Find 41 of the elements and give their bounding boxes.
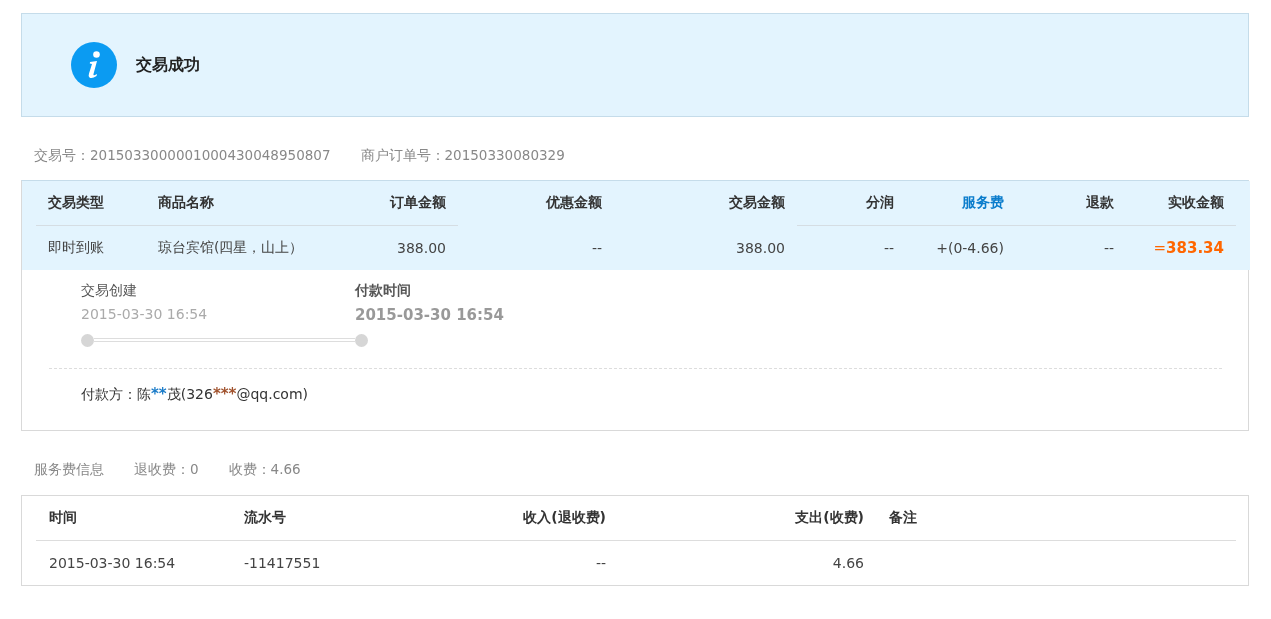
column-header: 退款 <box>1086 194 1114 210</box>
column-header: 时间 <box>49 509 77 525</box>
info-icon <box>71 42 117 88</box>
info-text: 收费：4.66 <box>228 460 301 478</box>
column-header: 交易类型 <box>48 194 104 210</box>
step-dot <box>81 333 94 347</box>
column-header: 商品名称 <box>158 194 214 210</box>
column-header: 流水号 <box>244 509 286 525</box>
column-header-link[interactable]: 服务费 <box>962 194 1004 210</box>
column-header: 分润 <box>866 194 894 210</box>
step-time: 2015-03-30 16:54 <box>81 306 209 324</box>
info-text: 退收费：0 <box>134 460 199 478</box>
info-text: 商户订单号：20150330080329 <box>360 146 565 164</box>
step-dot <box>355 333 368 347</box>
payer-text: 付款方：陈**茂(326***@qq.com) <box>80 384 310 404</box>
column-header: 订单金额 <box>390 194 446 210</box>
column-header: 交易金额 <box>729 194 785 210</box>
table-cell: 388.00 <box>397 240 446 256</box>
step-label: 交易创建 <box>81 282 138 300</box>
table-cell: -- <box>883 240 894 256</box>
table-cell: +(0-4.66) <box>936 240 1004 256</box>
step-time: 2015-03-30 16:54 <box>355 306 505 326</box>
status-title: 交易成功 <box>136 54 200 76</box>
table-cell: 388.00 <box>736 240 785 256</box>
step-label: 付款时间 <box>355 282 412 300</box>
info-text: 服务费信息 <box>34 460 104 478</box>
column-header: 备注 <box>889 509 917 525</box>
table-cell: 2015-03-30 16:54 <box>49 555 176 571</box>
table-cell: 即时到账 <box>48 239 104 255</box>
info-text: 交易号：2015033000001000430048950807 <box>34 146 331 164</box>
table-cell: -11417551 <box>244 555 321 571</box>
table-cell: -- <box>595 555 606 571</box>
column-header: 支出(收费) <box>795 509 864 525</box>
table-cell: -- <box>591 240 602 256</box>
table-cell: -- <box>1103 240 1114 256</box>
table-cell: =383.34 <box>1153 239 1224 257</box>
column-header: 实收金额 <box>1168 194 1224 210</box>
table-cell: 4.66 <box>832 555 864 571</box>
column-header: 收入(退收费) <box>523 509 606 525</box>
table-cell: 琼台宾馆(四星，山上） <box>158 239 304 255</box>
column-header: 优惠金额 <box>546 194 602 210</box>
